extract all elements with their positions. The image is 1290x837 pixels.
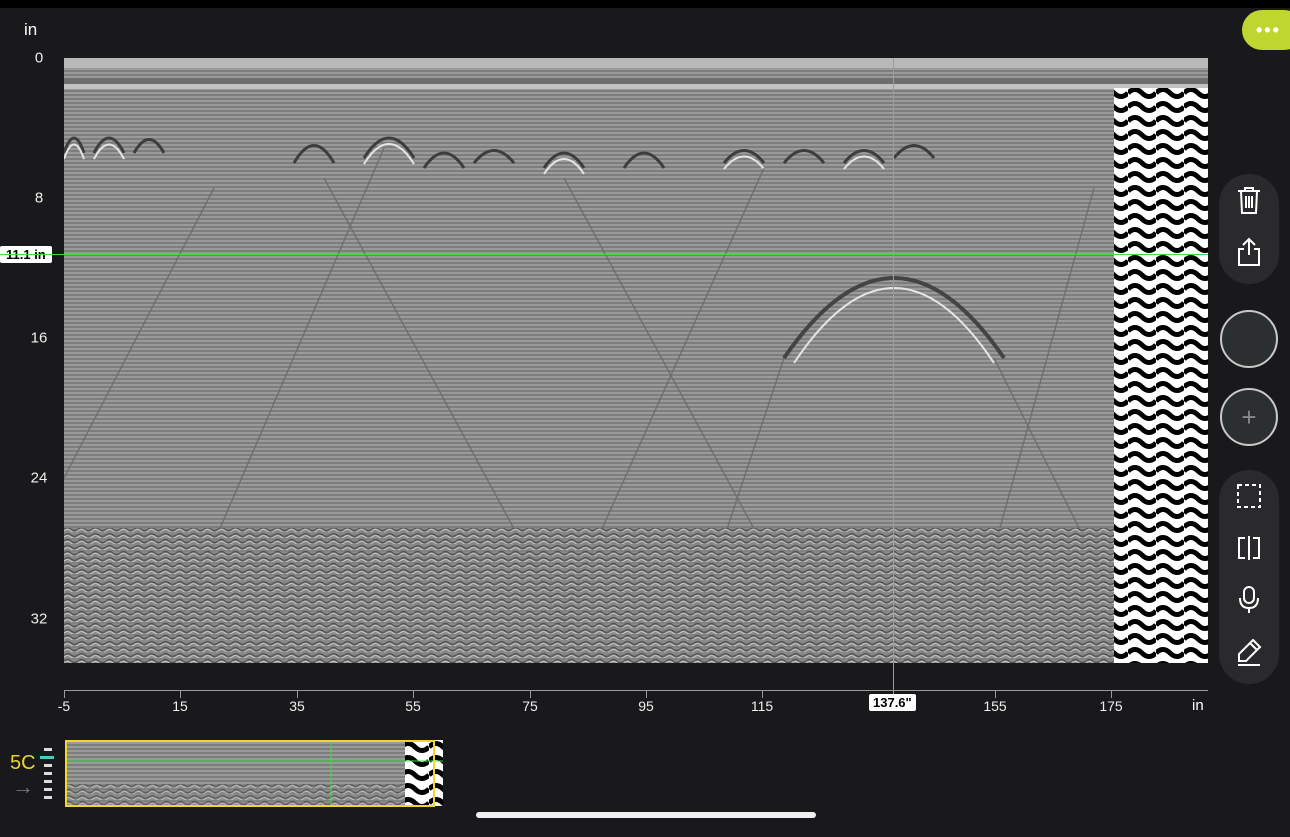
compare-button[interactable] bbox=[1219, 522, 1279, 574]
scan-texture bbox=[64, 58, 1208, 663]
pen-icon bbox=[1238, 638, 1262, 666]
y-axis-unit: in bbox=[24, 20, 38, 39]
arrow-right-icon: → bbox=[12, 774, 34, 799]
selection-box-icon bbox=[1237, 484, 1261, 508]
channel-indicator[interactable] bbox=[40, 748, 54, 804]
x-tick-95: 95 bbox=[638, 698, 654, 714]
x-tick-mark bbox=[646, 690, 647, 698]
x-tick-mark bbox=[180, 690, 181, 698]
voice-note-button[interactable] bbox=[1219, 574, 1279, 626]
x-tick-mark bbox=[995, 690, 996, 698]
y-tick-24: 24 bbox=[30, 469, 48, 487]
x-tick-mark bbox=[297, 690, 298, 698]
x-tick-175: 175 bbox=[1099, 698, 1123, 714]
delete-button[interactable] bbox=[1219, 174, 1279, 226]
x-tick-minus5: -5 bbox=[57, 698, 71, 714]
depth-crosshair-line bbox=[0, 254, 1208, 255]
x-tick-35: 35 bbox=[289, 698, 305, 714]
microphone-icon bbox=[1239, 586, 1259, 613]
minimap-viewport-frame[interactable] bbox=[65, 740, 435, 807]
x-tick-75: 75 bbox=[522, 698, 538, 714]
share-button[interactable] bbox=[1219, 226, 1279, 278]
radar-scan-image[interactable] bbox=[64, 58, 1208, 663]
position-marker-label[interactable]: 137.6" bbox=[869, 694, 916, 711]
scan-channel-label: 5C bbox=[10, 752, 36, 774]
x-tick-115: 115 bbox=[750, 698, 774, 714]
position-crosshair-line[interactable] bbox=[893, 58, 894, 698]
x-tick-mark bbox=[762, 690, 763, 698]
more-options-button[interactable]: ••• bbox=[1242, 10, 1290, 50]
x-tick-mark bbox=[1111, 690, 1112, 698]
x-tick-mark bbox=[413, 690, 414, 698]
x-tick-mark bbox=[64, 690, 65, 698]
add-button[interactable]: + bbox=[1220, 388, 1278, 446]
y-tick-0: 0 bbox=[34, 49, 44, 67]
gpr-scan-view: in 0 8 16 24 32 11.1 in -5 15 35 55 75 9… bbox=[0, 8, 1290, 837]
y-tick-8: 8 bbox=[34, 189, 44, 207]
x-tick-15: 15 bbox=[172, 698, 188, 714]
split-view-icon bbox=[1238, 536, 1260, 560]
x-tick-mark bbox=[530, 690, 531, 698]
annotation-tools-group bbox=[1219, 470, 1279, 684]
file-actions-group bbox=[1219, 174, 1279, 284]
home-indicator[interactable] bbox=[476, 812, 816, 818]
select-area-button[interactable] bbox=[1219, 470, 1279, 522]
x-axis-unit: in bbox=[1192, 697, 1204, 714]
record-button[interactable] bbox=[1220, 310, 1278, 368]
share-icon bbox=[1238, 237, 1260, 266]
y-tick-32: 32 bbox=[30, 610, 48, 628]
x-axis-line bbox=[64, 690, 1208, 691]
y-tick-16: 16 bbox=[30, 329, 48, 347]
draw-button[interactable] bbox=[1219, 626, 1279, 678]
trash-icon bbox=[1238, 187, 1260, 214]
x-tick-55: 55 bbox=[405, 698, 421, 714]
x-tick-155: 155 bbox=[983, 698, 1007, 714]
